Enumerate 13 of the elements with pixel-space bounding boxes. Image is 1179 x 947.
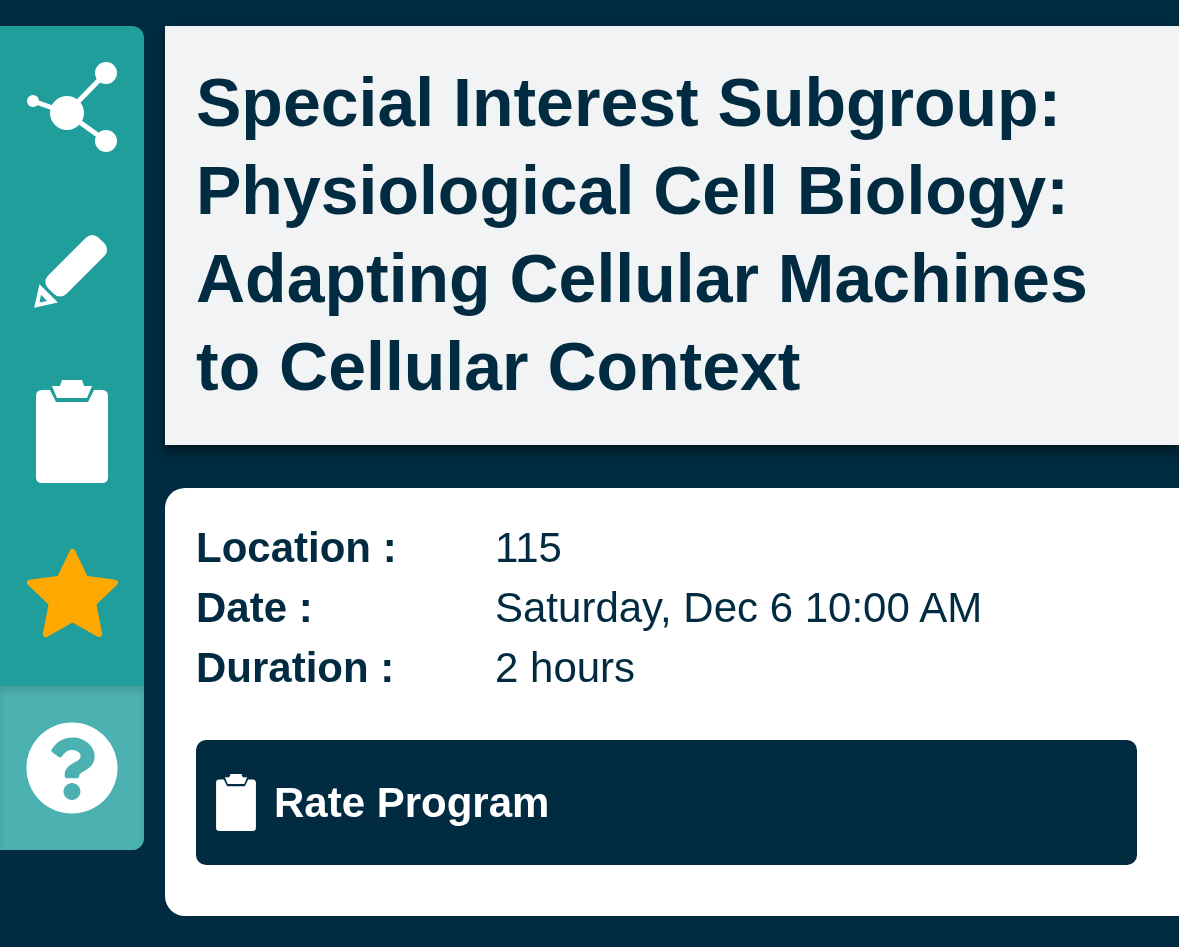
- clipboard-icon: [216, 774, 256, 831]
- detail-label: Date :: [196, 583, 314, 633]
- help-button[interactable]: [0, 686, 144, 850]
- detail-value: 2 hours: [495, 643, 637, 693]
- share-icon: [26, 61, 118, 153]
- detail-value: Saturday, Dec 6 10:00 AM: [495, 583, 984, 633]
- detail-label: Location :: [196, 523, 398, 573]
- help-icon: [25, 721, 119, 815]
- detail-value: 115: [495, 523, 563, 573]
- detail-label: Duration :: [196, 643, 396, 693]
- rate-program-button[interactable]: Rate Program: [196, 740, 1137, 865]
- clipboard-icon: [36, 379, 108, 483]
- session-title: Special Interest Subgroup: Physiological Cell Biology: Adapting Cellular Machines to Cellular Context: [196, 63, 1089, 406]
